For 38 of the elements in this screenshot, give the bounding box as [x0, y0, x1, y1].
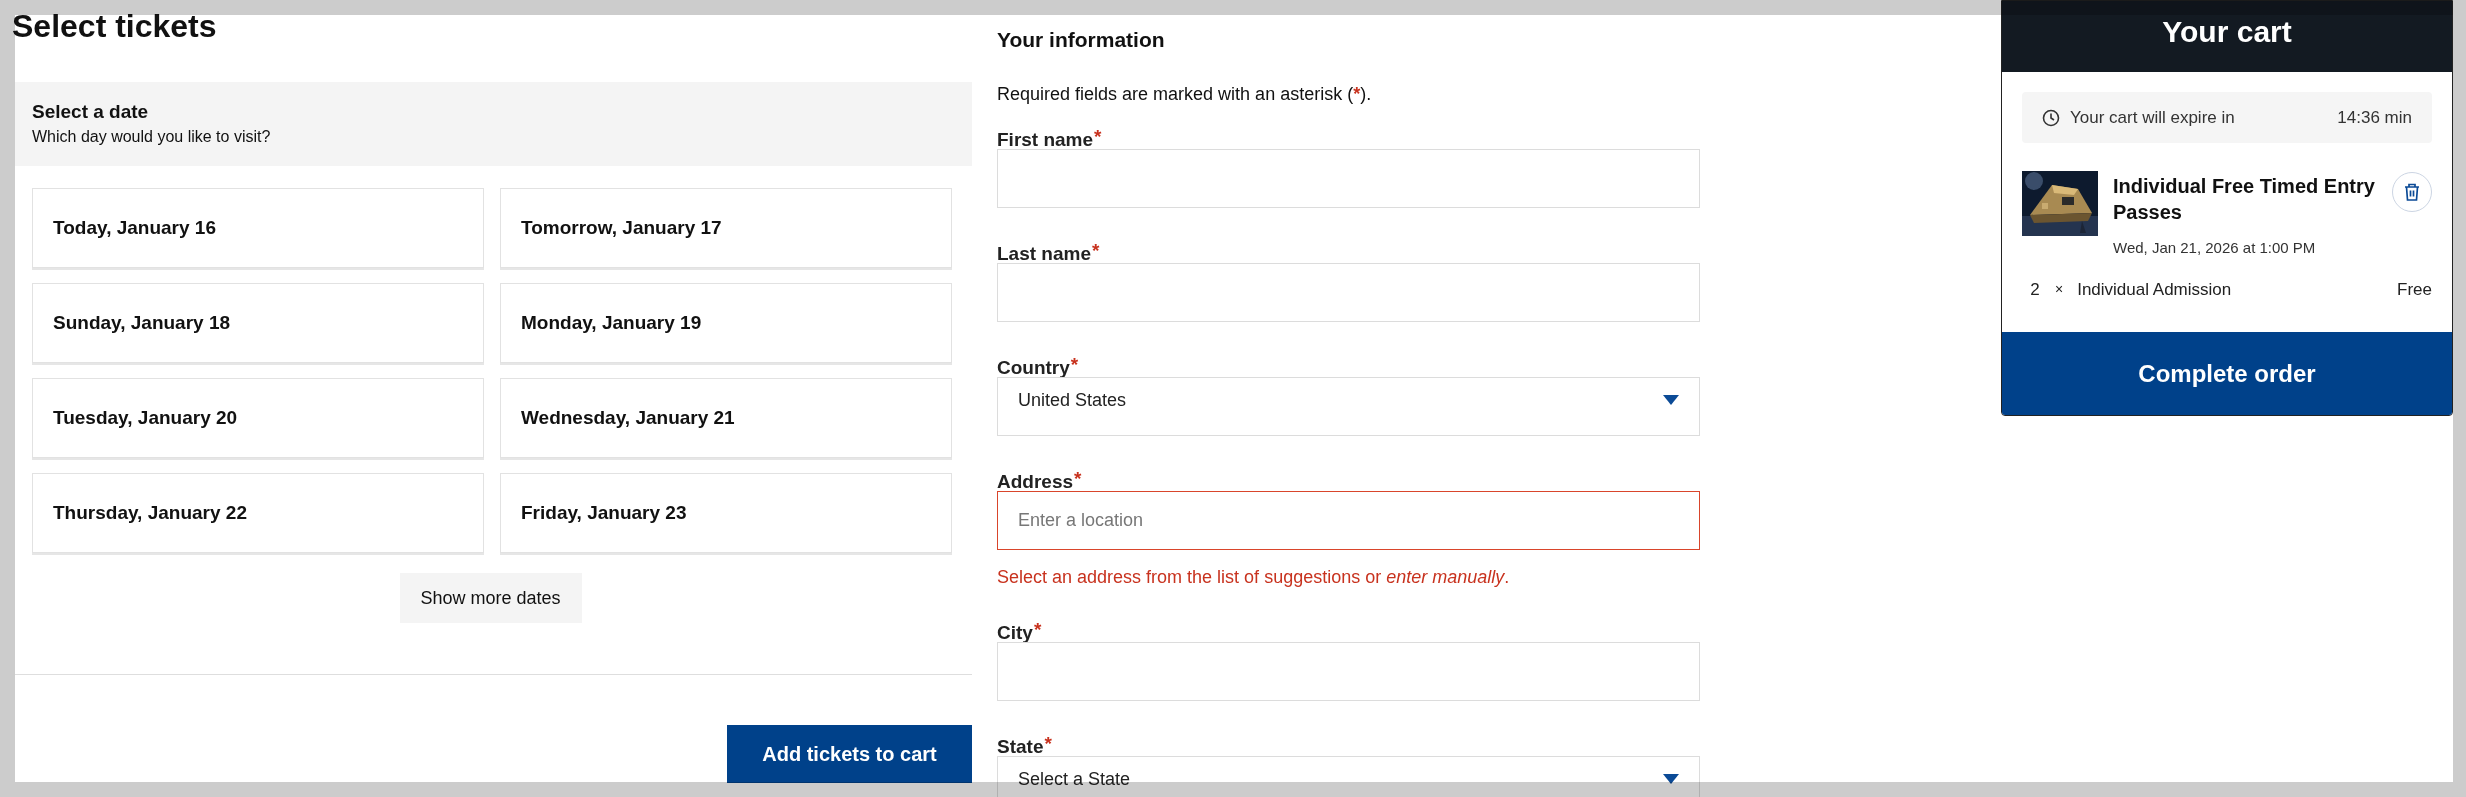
expiry-time: 14:36 min [2337, 106, 2412, 129]
field-label: City* [997, 625, 1042, 642]
field-label: Address* [997, 474, 1082, 491]
select-field[interactable]: United States [997, 377, 1700, 437]
show-more-button[interactable]: Show more dates [399, 573, 582, 623]
required-note: Required fields are marked with an asterisk (*). [997, 83, 1372, 107]
trash-icon [2403, 182, 2421, 202]
date-option[interactable]: Sunday, January 18 [32, 283, 484, 363]
quantity: 2 [2029, 278, 2041, 301]
item-title: Individual Free Timed Entry Passes [2113, 174, 2376, 225]
panel-title: Select a date [32, 100, 149, 124]
date-option[interactable]: Today, January 16 [32, 188, 484, 268]
date-option[interactable]: Tomorrow, January 17 [500, 188, 952, 268]
item-date: Wed, Jan 21, 2026 at 1:00 PM [2113, 238, 2316, 258]
field-label: Country* [997, 360, 1079, 377]
page-title: Select tickets [12, 10, 218, 42]
complete-order-button[interactable]: Complete order [2002, 332, 2452, 415]
caret-icon [1663, 774, 1679, 785]
caret-icon [1663, 395, 1679, 406]
panel-subtitle: Which day would you like to visit? [32, 126, 271, 147]
date-option[interactable]: Thursday, January 22 [32, 473, 484, 553]
add-to-cart-button[interactable]: Add tickets to cart [727, 725, 972, 783]
clock-icon [2042, 108, 2060, 127]
expiry-label: Your cart will expire in [2070, 106, 2235, 129]
multiply-sign: × [2055, 279, 2064, 299]
date-option[interactable]: Monday, January 19 [500, 283, 952, 363]
input-field[interactable]: Enter a location [997, 491, 1700, 551]
field-label: State* [997, 739, 1052, 756]
section-title: Your information [997, 27, 1165, 53]
date-option[interactable]: Tuesday, January 20 [32, 378, 484, 458]
error-message: Select an address from the list of suggestions or enter manually. [997, 566, 1510, 590]
ticket-price: Free [2397, 278, 2432, 301]
cart-title: Your cart [2162, 14, 2292, 50]
ticket-type: Individual Admission [2077, 278, 2233, 301]
date-option[interactable]: Friday, January 23 [500, 473, 952, 553]
date-option[interactable]: Wednesday, January 21 [500, 378, 952, 458]
field-label: First name* [997, 132, 1102, 149]
field-label: Last name* [997, 246, 1100, 263]
